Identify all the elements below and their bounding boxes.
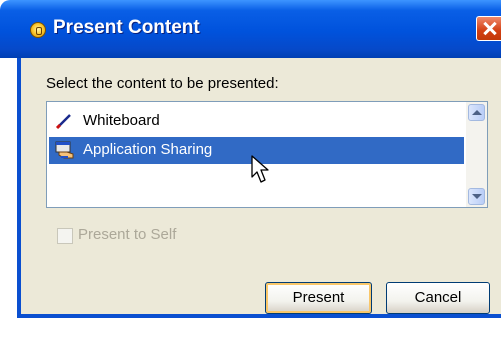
title-bar[interactable]: Present Content xyxy=(0,0,501,58)
dialog-title: Present Content xyxy=(53,17,200,38)
window-frame-bottom xyxy=(17,314,501,318)
scroll-down-button[interactable] xyxy=(468,188,485,205)
vertical-scrollbar[interactable] xyxy=(466,102,487,207)
presentation-bulb-icon xyxy=(30,22,46,38)
present-content-dialog: Present Content Select the content to be… xyxy=(0,0,501,318)
list-item-label: Application Sharing xyxy=(83,141,213,158)
list-item-whiteboard[interactable]: Whiteboard xyxy=(49,108,464,135)
scroll-up-button[interactable] xyxy=(468,104,485,121)
cancel-button[interactable]: Cancel xyxy=(386,282,490,314)
list-item-label: Whiteboard xyxy=(83,112,160,129)
chevron-up-icon xyxy=(472,110,482,115)
pen-icon xyxy=(55,114,71,130)
application-sharing-icon xyxy=(55,141,74,159)
dialog-body: Select the content to be presented: Whit… xyxy=(21,58,501,314)
present-button[interactable]: Present xyxy=(265,282,372,314)
present-to-self-checkbox[interactable] xyxy=(57,228,73,244)
chevron-down-icon xyxy=(472,194,482,199)
close-button[interactable] xyxy=(476,16,501,41)
content-prompt: Select the content to be presented: xyxy=(46,75,279,92)
present-to-self-label: Present to Self xyxy=(78,226,177,243)
mouse-cursor-icon xyxy=(251,155,269,183)
